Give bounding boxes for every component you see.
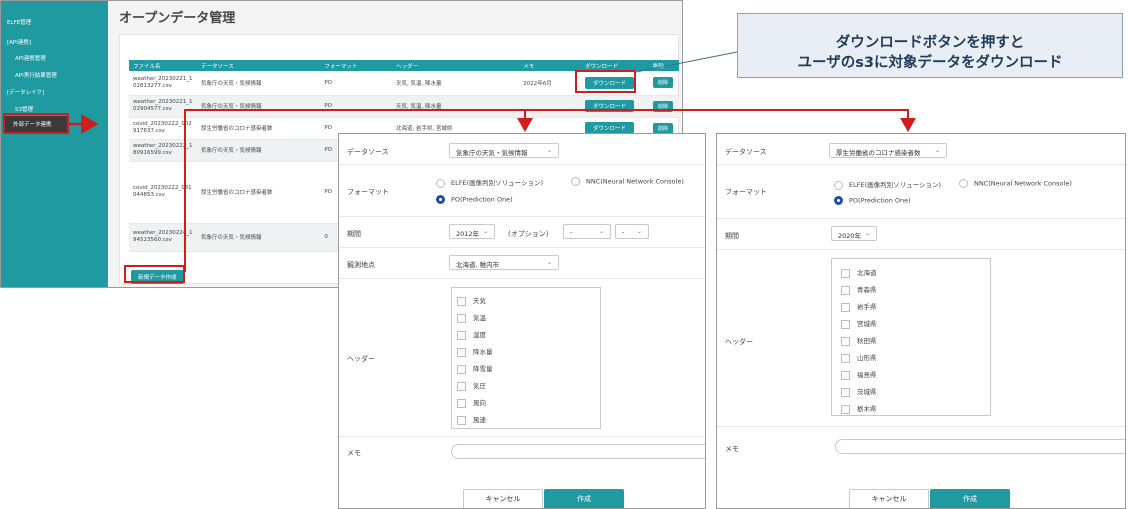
callout-leader-line [635, 51, 738, 73]
annotation-arrows [69, 51, 916, 272]
arrow-to-form2-icon [184, 109, 916, 272]
